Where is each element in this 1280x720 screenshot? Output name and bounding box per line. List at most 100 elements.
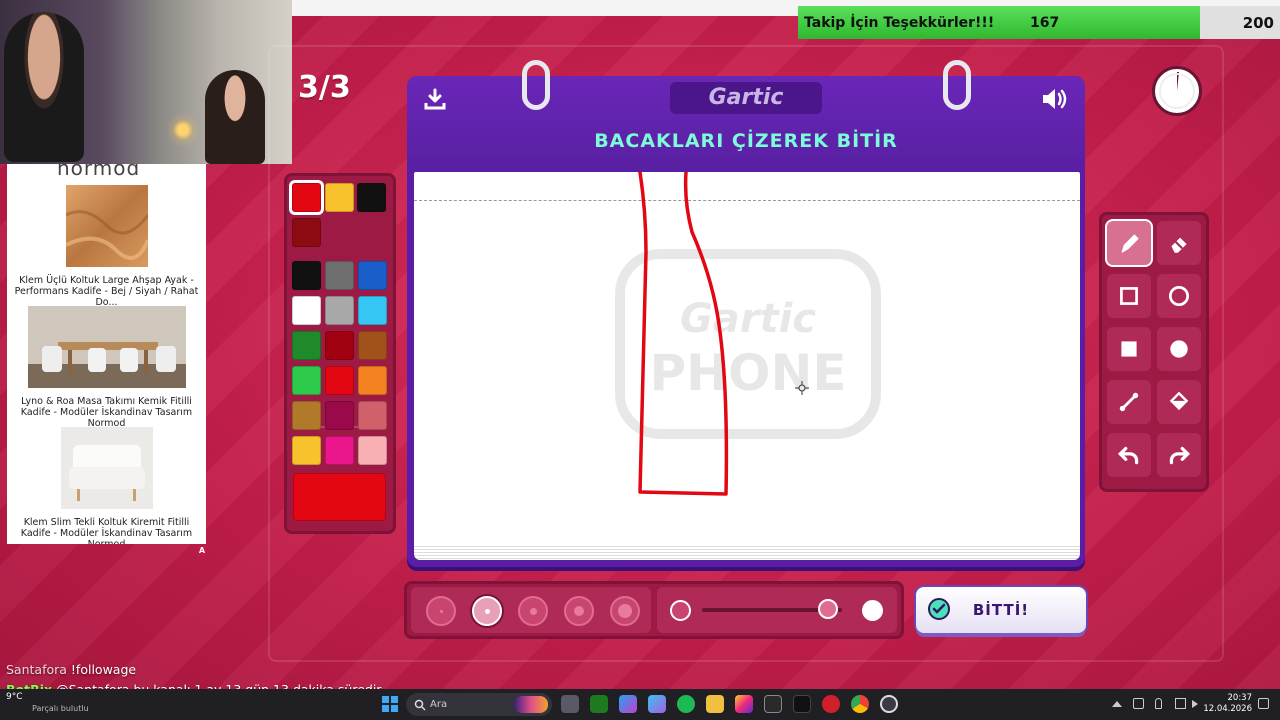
weather-widget[interactable]: 9°C Parçalı bulutlu — [6, 692, 89, 714]
tool-ellipse-outline-button[interactable] — [1157, 274, 1201, 318]
tool-eraser-button[interactable] — [1157, 221, 1201, 265]
color-swatch[interactable] — [292, 366, 321, 395]
rectangle-filled-icon — [1121, 341, 1137, 357]
color-swatch[interactable] — [325, 331, 354, 360]
color-swatch[interactable] — [358, 436, 387, 465]
copilot-icon[interactable] — [648, 695, 666, 713]
obs-icon[interactable] — [880, 695, 898, 713]
tool-fill-bucket-button[interactable] — [1157, 380, 1201, 424]
gartic-phone-watermark: Gartic PHONE — [615, 249, 881, 439]
taskbar-clock[interactable]: 20:37 12.04.2026 — [1203, 693, 1252, 715]
color-swatch[interactable] — [325, 366, 354, 395]
recent-color-swatch[interactable] — [292, 218, 321, 247]
chevron-up-icon[interactable] — [1112, 701, 1122, 707]
network-off-icon[interactable] — [1133, 698, 1144, 709]
follow-goal-current: 167 — [1030, 14, 1060, 31]
tool-undo-button[interactable] — [1107, 433, 1151, 477]
ad-product-image — [27, 306, 186, 388]
check-icon — [928, 598, 950, 620]
brush-size-option[interactable] — [426, 596, 456, 626]
tool-rectangle-outline-button[interactable] — [1107, 274, 1151, 318]
chrome-icon[interactable] — [851, 695, 869, 713]
volume-icon[interactable] — [1192, 700, 1198, 708]
chat-text: !followage — [70, 662, 137, 677]
search-placeholder: Ara — [430, 699, 448, 710]
recent-color-swatch[interactable] — [292, 183, 321, 212]
brush-size-dot — [574, 606, 584, 616]
brush-size-dot — [529, 607, 537, 615]
ad-item[interactable]: Klem Üçlü Koltuk Large Ahşap Ayak - Perf… — [7, 185, 206, 308]
color-swatch[interactable] — [292, 296, 321, 325]
tool-redo-button[interactable] — [1157, 433, 1201, 477]
color-swatch[interactable] — [292, 331, 321, 360]
tool-line-button[interactable] — [1107, 380, 1151, 424]
ad-panel[interactable]: normod Klem Üçlü Koltuk Large Ahşap Ayak… — [7, 164, 206, 544]
ad-item[interactable]: Klem Slim Tekli Koltuk Kiremit Fitilli K… — [7, 427, 206, 544]
color-swatch[interactable] — [325, 261, 354, 290]
fill-bucket-icon — [1169, 391, 1189, 411]
color-swatch[interactable] — [358, 261, 387, 290]
color-swatch[interactable] — [358, 331, 387, 360]
ad-item[interactable]: Lyno & Roa Masa Takımı Kemik Fitilli Kad… — [7, 306, 206, 429]
color-swatch[interactable] — [358, 296, 387, 325]
microphone-icon[interactable] — [1155, 698, 1162, 709]
timer-clock-icon — [1159, 71, 1195, 109]
xbox-icon[interactable] — [590, 695, 608, 713]
color-swatch[interactable] — [358, 366, 387, 395]
recent-color-swatch[interactable] — [357, 183, 386, 212]
color-swatch[interactable] — [325, 436, 354, 465]
capcut-icon[interactable] — [764, 695, 782, 713]
binder-ring-left — [522, 60, 550, 110]
color-swatch[interactable] — [325, 296, 354, 325]
spotify-icon[interactable] — [677, 695, 695, 713]
fairy-lights — [168, 110, 198, 150]
ad-product-image — [64, 185, 150, 267]
opacity-low-icon — [670, 600, 691, 621]
chat-username: Santafora — [6, 662, 67, 677]
tool-pencil-button[interactable] — [1107, 221, 1151, 265]
pencil-icon — [1121, 234, 1139, 253]
notification-bell-icon[interactable] — [1258, 698, 1269, 709]
task-view-icon[interactable] — [561, 695, 579, 713]
opera-icon[interactable] — [822, 695, 840, 713]
file-explorer-icon[interactable] — [706, 695, 724, 713]
ad-caption: Klem Slim Tekli Koltuk Kiremit Fitilli K… — [20, 517, 193, 544]
current-color-preview[interactable] — [293, 473, 386, 521]
opacity-high-icon — [862, 600, 883, 621]
instagram-icon[interactable] — [735, 695, 753, 713]
brush-size-option[interactable] — [518, 596, 548, 626]
display-icon[interactable] — [1175, 698, 1186, 709]
done-button[interactable]: BİTTİ! — [916, 587, 1086, 633]
clock-date: 12.04.2026 — [1203, 704, 1252, 714]
speaker-icon[interactable] — [1040, 84, 1070, 114]
chat-message: Santafora !followage — [6, 660, 406, 680]
ad-brand-logo: normod — [57, 164, 141, 180]
tool-ellipse-filled-button[interactable] — [1157, 327, 1201, 371]
color-swatch[interactable] — [292, 261, 321, 290]
recent-color-swatch[interactable] — [325, 183, 354, 212]
follow-goal-bar: Takip İçin Teşekkürler!!! 167 200 — [798, 6, 1280, 39]
brush-size-option[interactable] — [610, 596, 640, 626]
opacity-slider-knob[interactable] — [818, 599, 838, 619]
search-highlight-image — [514, 696, 548, 713]
brush-size-option[interactable] — [564, 596, 594, 626]
webcam-overlay — [0, 0, 292, 164]
binder-ring-right — [943, 60, 971, 110]
color-swatch[interactable] — [292, 401, 321, 430]
tiktok-icon[interactable] — [793, 695, 811, 713]
brush-size-option[interactable] — [472, 596, 502, 626]
m365-icon[interactable] — [619, 695, 637, 713]
eraser-icon — [1171, 237, 1187, 253]
color-swatch[interactable] — [358, 401, 387, 430]
follow-goal-title: Takip İçin Teşekkürler!!! — [804, 14, 995, 31]
color-swatch[interactable] — [325, 401, 354, 430]
undo-icon — [1118, 446, 1139, 465]
notebook-page-edges — [414, 544, 1080, 560]
color-swatch[interactable] — [292, 436, 321, 465]
ad-choices-badge[interactable]: A — [197, 546, 207, 556]
tool-rectangle-filled-button[interactable] — [1107, 327, 1151, 371]
drawing-canvas[interactable]: Gartic PHONE — [414, 172, 1080, 546]
windows-start-icon[interactable] — [382, 696, 398, 715]
download-icon[interactable] — [420, 84, 450, 114]
taskbar-search[interactable]: Ara — [406, 693, 552, 716]
